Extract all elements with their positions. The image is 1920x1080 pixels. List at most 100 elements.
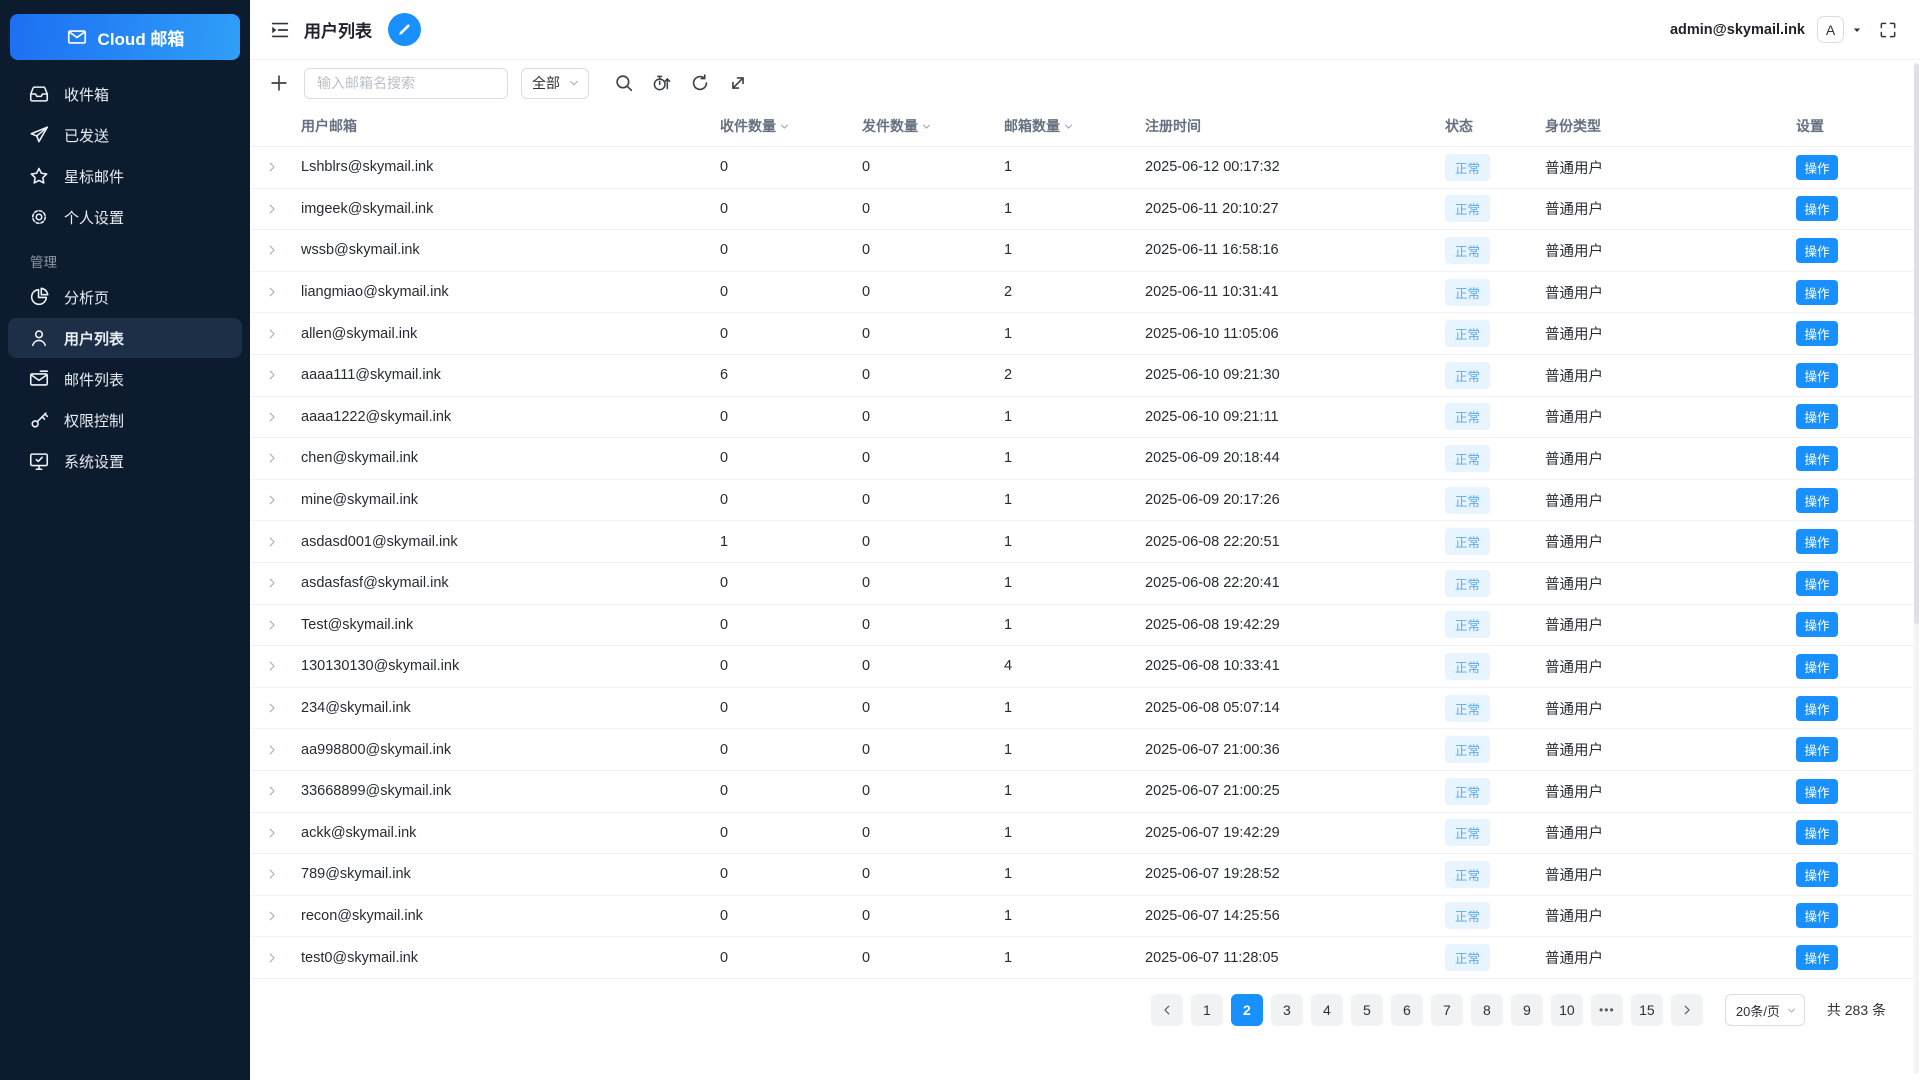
sidebar-item-user-list[interactable]: 用户列表	[8, 318, 242, 358]
send-icon	[28, 124, 50, 146]
mail-logo-icon	[66, 26, 88, 48]
sort-by-time-icon[interactable]	[651, 72, 673, 94]
mailbox-count: 1	[1004, 325, 1013, 342]
avatar[interactable]: A	[1817, 16, 1844, 43]
sidebar-item-starred[interactable]: 星标邮件	[8, 156, 242, 196]
menu-fold-icon[interactable]	[269, 19, 291, 41]
monitor-icon	[28, 450, 50, 472]
page-button-10[interactable]: 10	[1550, 994, 1583, 1026]
prev-page-button[interactable]	[1150, 994, 1183, 1026]
row-expand-chevron-right-icon[interactable]	[265, 951, 279, 965]
table-row: aa998800@skymail.ink 0 0 1 2025-06-07 21:00:…	[250, 729, 1914, 771]
row-expand-chevron-right-icon[interactable]	[265, 327, 279, 341]
action-button[interactable]: 操作	[1796, 237, 1838, 263]
caret-down-icon[interactable]	[1850, 23, 1864, 37]
status-badge: 正常	[1445, 694, 1491, 722]
page-button-4[interactable]: 4	[1310, 994, 1343, 1026]
search-icon[interactable]	[613, 72, 635, 94]
action-button[interactable]: 操作	[1796, 737, 1838, 763]
sent-count: 0	[862, 533, 871, 550]
action-button[interactable]: 操作	[1796, 445, 1838, 471]
action-button[interactable]: 操作	[1796, 196, 1838, 222]
scrollbar-thumb[interactable]	[1914, 64, 1919, 624]
sidebar-item-system-settings[interactable]: 系统设置	[8, 441, 242, 481]
action-button[interactable]: 操作	[1796, 487, 1838, 513]
row-expand-chevron-right-icon[interactable]	[265, 659, 279, 673]
page-button-7[interactable]: 7	[1430, 994, 1463, 1026]
row-expand-chevron-right-icon[interactable]	[265, 160, 279, 174]
action-button[interactable]: 操作	[1796, 529, 1838, 555]
row-expand-chevron-right-icon[interactable]	[265, 701, 279, 715]
expand-table-icon[interactable]	[727, 72, 749, 94]
row-expand-chevron-right-icon[interactable]	[265, 493, 279, 507]
row-expand-chevron-right-icon[interactable]	[265, 743, 279, 757]
row-expand-chevron-right-icon[interactable]	[265, 826, 279, 840]
action-button[interactable]: 操作	[1796, 903, 1838, 929]
scrollbar[interactable]	[1914, 62, 1919, 1074]
column-header-mailboxes[interactable]: 邮箱数量	[1004, 116, 1145, 136]
sidebar-item-analytics[interactable]: 分析页	[8, 277, 242, 317]
row-expand-chevron-right-icon[interactable]	[265, 784, 279, 798]
sidebar-item-personal-settings[interactable]: 个人设置	[8, 197, 242, 237]
identity-type: 普通用户	[1545, 743, 1603, 760]
action-button[interactable]: 操作	[1796, 695, 1838, 721]
row-expand-chevron-right-icon[interactable]	[265, 285, 279, 299]
action-button[interactable]: 操作	[1796, 321, 1838, 347]
action-button[interactable]: 操作	[1796, 820, 1838, 846]
sidebar-item-inbox[interactable]: 收件箱	[8, 74, 242, 114]
identity-type: 普通用户	[1545, 909, 1603, 926]
sidebar-item-mail-list[interactable]: 邮件列表	[8, 359, 242, 399]
row-expand-chevron-right-icon[interactable]	[265, 535, 279, 549]
action-button[interactable]: 操作	[1796, 279, 1838, 305]
row-expand-chevron-right-icon[interactable]	[265, 618, 279, 632]
action-button[interactable]: 操作	[1796, 945, 1838, 971]
mail-icon	[28, 368, 50, 390]
table-row: recon@skymail.ink 0 0 1 2025-06-07 14:25:56 正…	[250, 896, 1914, 938]
row-expand-chevron-right-icon[interactable]	[265, 202, 279, 216]
row-expand-chevron-right-icon[interactable]	[265, 576, 279, 590]
page-button-3[interactable]: 3	[1270, 994, 1303, 1026]
sidebar-item-permissions[interactable]: 权限控制	[8, 400, 242, 440]
filter-select[interactable]: 全部	[521, 67, 589, 99]
action-button[interactable]: 操作	[1796, 404, 1838, 430]
action-button[interactable]: 操作	[1796, 653, 1838, 679]
user-email: asdasfasf@skymail.ink	[301, 575, 449, 592]
row-expand-chevron-right-icon[interactable]	[265, 243, 279, 257]
sidebar-item-label: 分析页	[64, 289, 110, 307]
page-button-2[interactable]: 2	[1230, 994, 1263, 1026]
action-button[interactable]: 操作	[1796, 154, 1838, 180]
action-button[interactable]: 操作	[1796, 362, 1838, 388]
page-ellipsis-button[interactable]: •••	[1590, 994, 1623, 1026]
action-button[interactable]: 操作	[1796, 612, 1838, 638]
app-logo[interactable]: Cloud 邮箱	[10, 14, 240, 60]
registered-time: 2025-06-09 20:18:44	[1145, 450, 1280, 467]
edit-title-button[interactable]	[388, 13, 421, 46]
action-button[interactable]: 操作	[1796, 778, 1838, 804]
column-header-received[interactable]: 收件数量	[720, 116, 862, 136]
sidebar-item-label: 邮件列表	[64, 371, 125, 389]
add-user-button[interactable]	[268, 72, 290, 94]
refresh-icon[interactable]	[689, 72, 711, 94]
action-button[interactable]: 操作	[1796, 861, 1838, 887]
registered-time: 2025-06-10 09:21:11	[1145, 408, 1279, 425]
received-count: 6	[720, 367, 729, 384]
page-button-9[interactable]: 9	[1510, 994, 1543, 1026]
row-expand-chevron-right-icon[interactable]	[265, 410, 279, 424]
table-row: aaaa111@skymail.ink 6 0 2 2025-06-10 09:21:3…	[250, 355, 1914, 397]
sidebar-item-sent[interactable]: 已发送	[8, 115, 242, 155]
column-header-sent[interactable]: 发件数量	[862, 116, 1004, 136]
row-expand-chevron-right-icon[interactable]	[265, 451, 279, 465]
action-button[interactable]: 操作	[1796, 570, 1838, 596]
row-expand-chevron-right-icon[interactable]	[265, 909, 279, 923]
next-page-button[interactable]	[1670, 994, 1703, 1026]
row-expand-chevron-right-icon[interactable]	[265, 368, 279, 382]
fullscreen-icon[interactable]	[1878, 20, 1898, 40]
row-expand-chevron-right-icon[interactable]	[265, 867, 279, 881]
page-button-6[interactable]: 6	[1390, 994, 1423, 1026]
page-size-select[interactable]: 20条/页	[1724, 994, 1805, 1026]
page-button-5[interactable]: 5	[1350, 994, 1383, 1026]
search-input[interactable]	[304, 67, 508, 99]
page-button-8[interactable]: 8	[1470, 994, 1503, 1026]
page-button-1[interactable]: 1	[1190, 994, 1223, 1026]
page-button-15[interactable]: 15	[1630, 994, 1663, 1026]
